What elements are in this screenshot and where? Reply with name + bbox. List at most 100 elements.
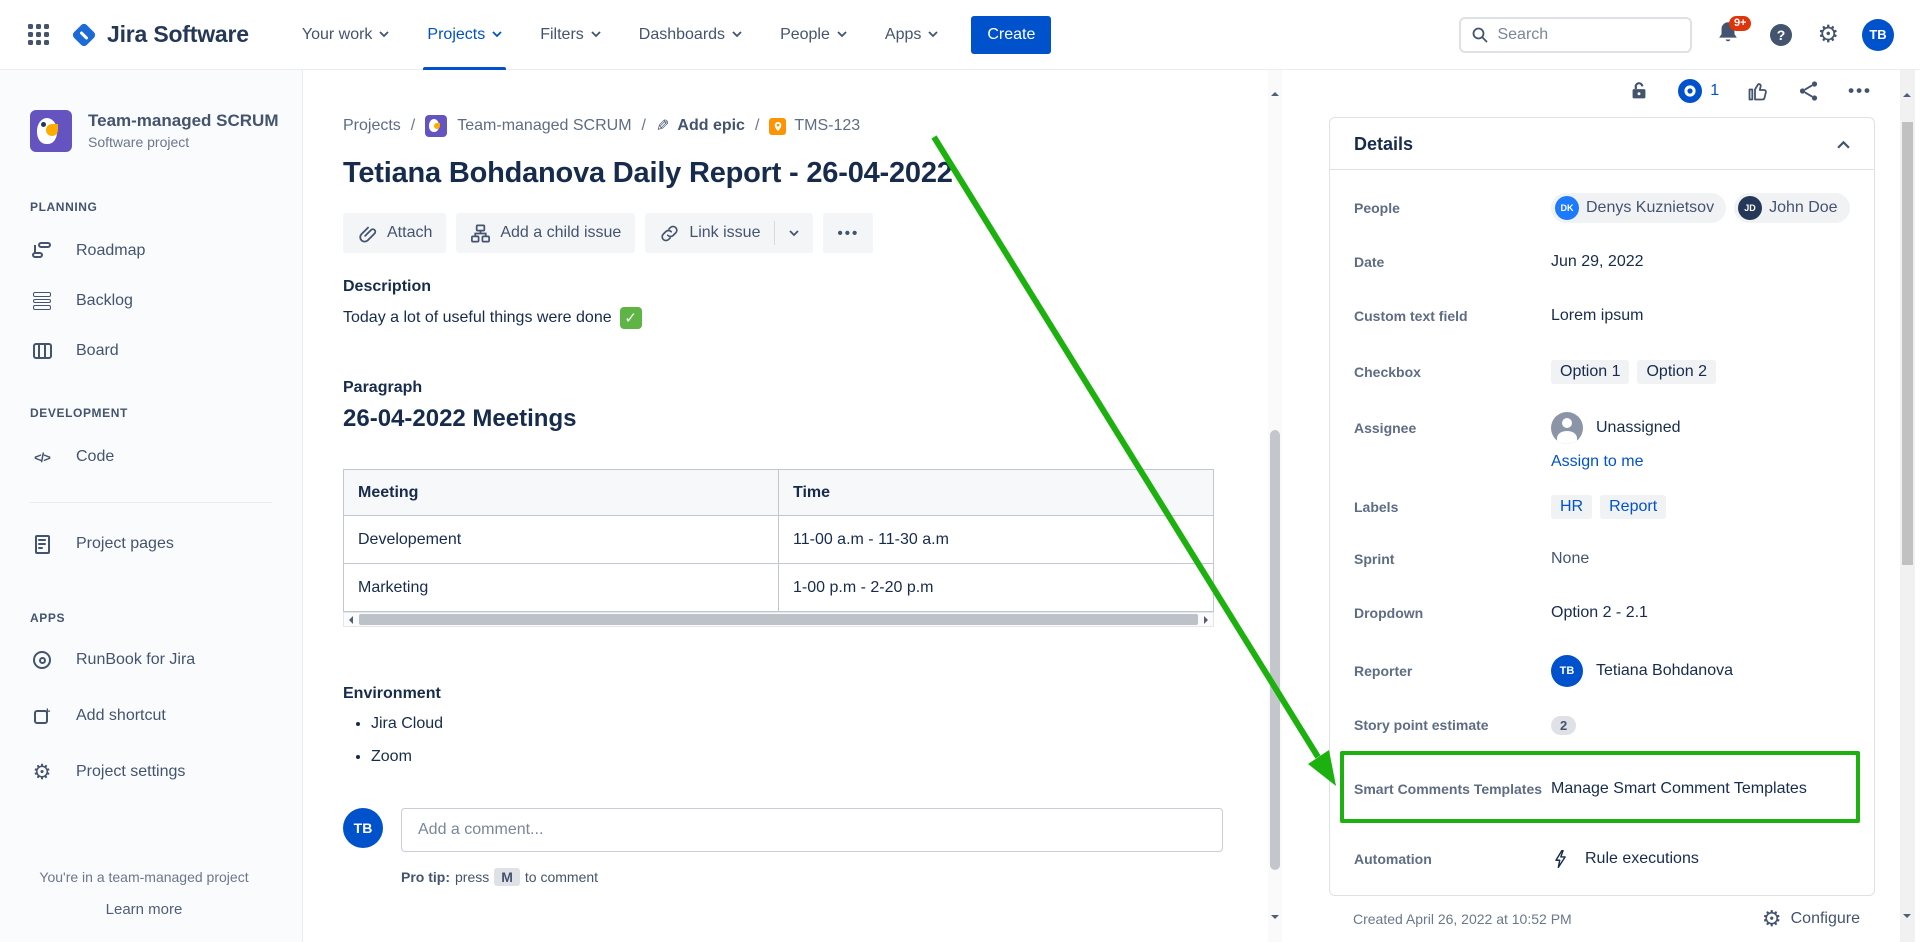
person-chip[interactable]: JD John Doe — [1734, 193, 1850, 223]
lock-icon — [1628, 79, 1650, 103]
checkbox-option-chip[interactable]: Option 1 — [1551, 360, 1629, 384]
scrollbar-thumb[interactable] — [1902, 122, 1913, 565]
story-point-badge[interactable]: 2 — [1551, 716, 1576, 735]
sidebar-item-board[interactable]: Board — [30, 326, 302, 376]
field-smart-comments: Smart Comments Templates Manage Smart Co… — [1354, 761, 1850, 817]
help-icon: ? — [1768, 22, 1794, 48]
person-chip[interactable]: DK Denys Kuznietsov — [1551, 193, 1726, 223]
comment-section: TB — [343, 808, 1228, 852]
scroll-down-arrow[interactable] — [1271, 919, 1279, 937]
app-switcher-icon[interactable] — [28, 24, 49, 45]
nav-apps[interactable]: Apps — [881, 0, 942, 70]
project-type: Software project — [88, 134, 279, 150]
section-heading-development: DEVELOPMENT — [30, 406, 302, 420]
more-options-button[interactable]: ••• — [1848, 81, 1872, 101]
checkbox-option-chip[interactable]: Option 2 — [1637, 360, 1715, 384]
sprint-value[interactable]: None — [1551, 550, 1850, 568]
share-button[interactable] — [1797, 79, 1821, 103]
user-avatar[interactable]: TB — [1862, 19, 1894, 51]
nav-your-work[interactable]: Your work — [298, 0, 394, 70]
issue-title[interactable]: Tetiana Bohdanova Daily Report - 26-04-2… — [343, 157, 1228, 190]
sidebar-item-runbook[interactable]: RunBook for Jira — [30, 635, 302, 685]
notifications-button[interactable]: 9+ — [1715, 18, 1745, 52]
nav-dashboards[interactable]: Dashboards — [635, 0, 746, 70]
panel-vertical-scrollbar[interactable] — [1900, 70, 1915, 942]
issue-details-panel: 1 ••• Details People — [1282, 70, 1900, 942]
share-icon — [1797, 79, 1821, 103]
global-search[interactable] — [1459, 17, 1692, 53]
attach-button[interactable]: Attach — [343, 213, 446, 253]
team-managed-note: You're in a team-managed project — [0, 869, 288, 885]
search-input[interactable] — [1497, 26, 1657, 44]
scroll-up-arrow[interactable] — [1903, 76, 1911, 94]
comment-input[interactable] — [401, 808, 1223, 852]
date-value[interactable]: Jun 29, 2022 — [1551, 253, 1850, 271]
breadcrumb-add-epic[interactable]: ✎ Add epic — [656, 116, 745, 136]
chevron-down-icon — [492, 31, 502, 38]
chevron-up-icon — [1837, 140, 1850, 149]
create-button[interactable]: Create — [971, 16, 1051, 54]
field-automation: Automation Rule executions — [1354, 843, 1850, 875]
description-label: Description — [343, 278, 1228, 296]
project-avatar — [30, 110, 72, 152]
sidebar-item-roadmap[interactable]: Roadmap — [30, 226, 302, 276]
paragraph-label: Paragraph — [343, 379, 1228, 397]
jira-logo[interactable]: Jira Software — [71, 21, 249, 48]
sidebar-item-project-pages[interactable]: Project pages — [30, 519, 302, 569]
lock-button[interactable] — [1628, 79, 1650, 103]
main-vertical-scrollbar[interactable] — [1268, 70, 1282, 942]
table-horizontal-scrollbar[interactable] — [343, 612, 1214, 627]
scroll-down-arrow[interactable] — [1903, 918, 1911, 936]
smart-comments-value[interactable]: Manage Smart Comment Templates — [1551, 780, 1850, 798]
meetings-heading: 26-04-2022 Meetings — [343, 405, 1228, 433]
description-text[interactable]: Today a lot of useful things were done ✓ — [343, 307, 1228, 329]
keyboard-key-m: M — [494, 868, 520, 886]
more-actions-button[interactable]: ••• — [823, 213, 873, 253]
nav-filters[interactable]: Filters — [536, 0, 605, 70]
project-header[interactable]: Team-managed SCRUM Software project — [30, 110, 302, 152]
paperclip-icon — [357, 223, 378, 244]
chevron-down-icon — [928, 31, 938, 38]
details-header[interactable]: Details — [1330, 118, 1874, 169]
vote-button[interactable] — [1746, 79, 1770, 103]
sidebar-item-code[interactable]: </> Code — [30, 432, 302, 482]
add-child-issue-button[interactable]: Add a child issue — [456, 213, 635, 253]
scroll-left-arrow[interactable] — [344, 616, 358, 624]
table-header-time: Time — [779, 470, 1214, 516]
assign-to-me-link[interactable]: Assign to me — [1551, 453, 1850, 471]
nav-people[interactable]: People — [776, 0, 851, 70]
app-title: Jira Software — [107, 21, 249, 48]
automation-value[interactable]: Rule executions — [1551, 847, 1850, 871]
scroll-right-arrow[interactable] — [1199, 616, 1213, 624]
label-chip[interactable]: Report — [1600, 495, 1666, 519]
project-avatar-small — [425, 115, 447, 137]
avatar: DK — [1555, 196, 1579, 220]
reporter-value[interactable]: TB Tetiana Bohdanova — [1551, 655, 1850, 687]
scrollbar-thumb[interactable] — [359, 614, 1198, 625]
link-issue-dropdown[interactable] — [775, 213, 813, 253]
configure-button[interactable]: ⚙ Configure — [1762, 908, 1860, 930]
assignee-value[interactable]: Unassigned — [1551, 412, 1850, 444]
link-issue-button[interactable]: Link issue — [645, 213, 774, 253]
thumbs-up-icon — [1746, 79, 1770, 103]
sidebar-item-project-settings[interactable]: ⚙ Project settings — [30, 747, 302, 797]
lightning-bolt-icon — [1551, 847, 1571, 871]
custom-text-value[interactable]: Lorem ipsum — [1551, 307, 1850, 325]
scroll-up-arrow[interactable] — [1271, 75, 1279, 93]
check-mark-emoji: ✓ — [620, 307, 642, 329]
watchers-button[interactable]: 1 — [1677, 78, 1719, 104]
help-button[interactable]: ? — [1768, 22, 1794, 48]
dropdown-value[interactable]: Option 2 - 2.1 — [1551, 604, 1850, 622]
breadcrumb-issue-key[interactable]: TMS-123 — [769, 117, 860, 135]
sidebar-item-backlog[interactable]: Backlog — [30, 276, 302, 326]
nav-projects[interactable]: Projects — [423, 0, 506, 70]
learn-more-link[interactable]: Learn more — [0, 901, 288, 918]
child-issues-icon — [470, 223, 491, 244]
scrollbar-thumb[interactable] — [1270, 430, 1280, 870]
sidebar-item-add-shortcut[interactable]: + Add shortcut — [30, 691, 302, 741]
label-chip[interactable]: HR — [1551, 495, 1592, 519]
backlog-icon — [30, 289, 54, 313]
breadcrumb-projects[interactable]: Projects — [343, 117, 401, 135]
breadcrumb-project[interactable]: Team-managed SCRUM — [457, 117, 631, 135]
settings-button[interactable]: ⚙ — [1817, 23, 1839, 47]
